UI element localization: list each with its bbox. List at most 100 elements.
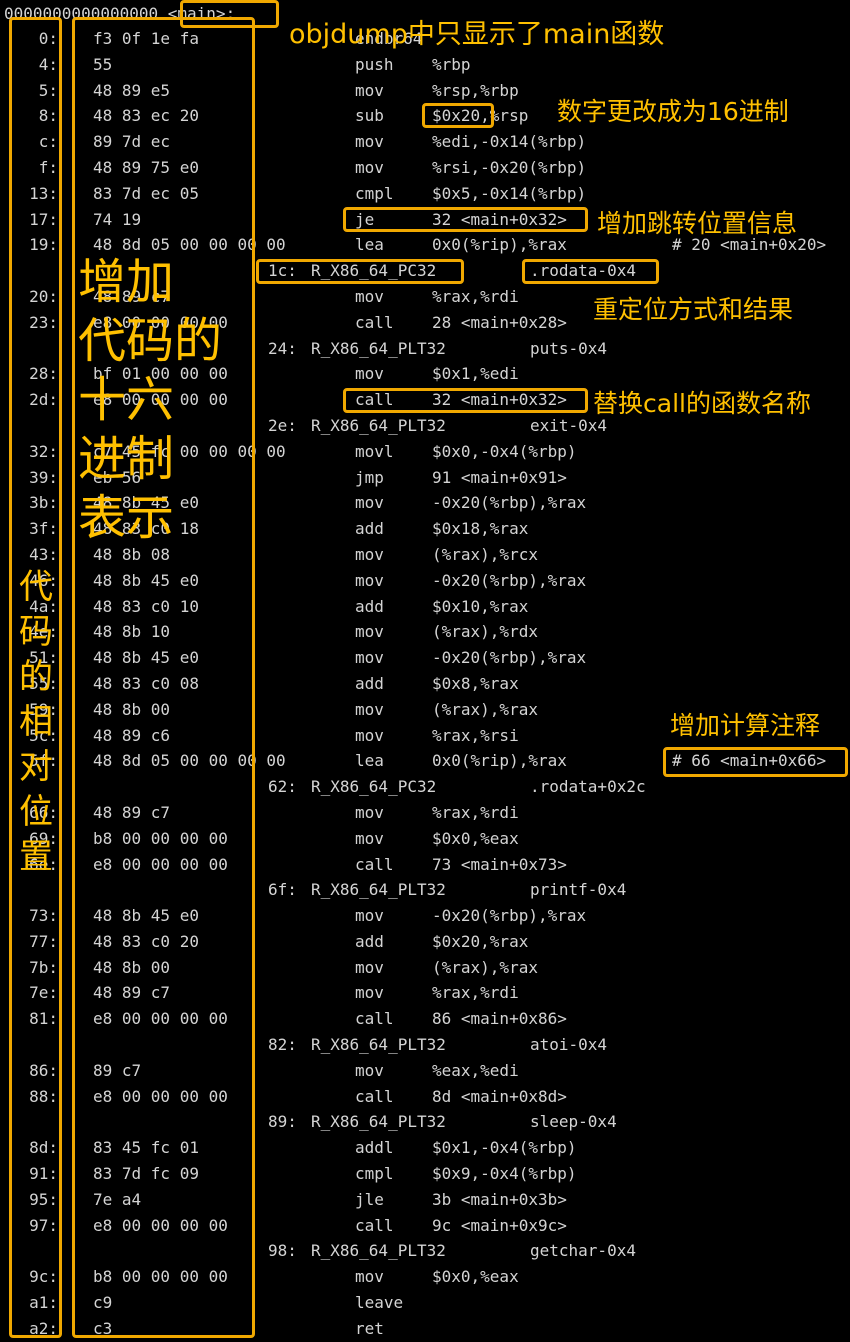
bytes-column-box [72,17,255,1338]
instruction-mnemonic: sub [355,106,384,126]
reloc-entry: 82: [268,1035,297,1055]
instruction-mnemonic: push [355,54,394,74]
reloc-entry: 24: [268,338,297,358]
instruction-mnemonic: mov [355,570,384,590]
instruction-operands: $0x0,%eax [432,1267,519,1287]
instruction-operands: $0x0,-0x4(%rbp) [432,441,577,461]
instruction-operands: -0x20(%rbp),%rax [432,493,587,513]
instruction-operands: %eax,%edi [432,1060,519,1080]
instruction-mnemonic: jle [355,1189,384,1209]
instruction-operands: $0x10,%rax [432,596,529,616]
instruction-operands: %rsp,%rbp [432,80,519,100]
reloc-type: R_X86_64_PLT32 [311,1035,446,1055]
reloc-symbol-box [522,259,659,284]
calc-comment-box [663,747,848,777]
annotation-main-only: objdump中只显示了main函数 [289,19,665,50]
instruction-mnemonic: mov [355,828,384,848]
instruction-operands: 0x0(%rip),%rax [432,751,567,771]
instruction-mnemonic: add [355,931,384,951]
instruction-operands: 3b <main+0x3b> [432,1189,567,1209]
reloc-entry: 62: [268,777,297,797]
instruction-mnemonic: ret [355,1318,384,1338]
instruction-operands: %rbp [432,54,471,74]
instruction-operands: $0x18,%rax [432,519,529,539]
annotation-relative-pos: 代 码 的 相 对 位 置 [19,567,53,877]
call-target-box [343,388,588,413]
instruction-mnemonic: add [355,519,384,539]
instruction-operands: %rax,%rdi [432,983,519,1003]
instruction-mnemonic: mov [355,983,384,1003]
instruction-operands: $0x5,-0x14(%rbp) [432,183,587,203]
annotation-call-name: 替换call的函数名称 [593,389,811,418]
instruction-operands: (%rax),%rax [432,957,538,977]
instruction-operands: %rax,%rdi [432,802,519,822]
reloc-symbol: getchar-0x4 [530,1241,636,1261]
reloc-offset-box [256,259,464,284]
instruction-mnemonic: add [355,596,384,616]
instruction-mnemonic: mov [355,364,384,384]
instruction-operands: $0x9,-0x4(%rbp) [432,1164,577,1184]
instruction-operands: (%rax),%rdx [432,622,538,642]
hex-immediate-box [422,103,494,128]
instruction-mnemonic: mov [355,132,384,152]
instruction-mnemonic: lea [355,235,384,255]
instruction-operands: 86 <main+0x86> [432,1009,567,1029]
instruction-mnemonic: mov [355,699,384,719]
instruction-operands: $0x20,%rax [432,931,529,951]
instruction-operands: 73 <main+0x73> [432,854,567,874]
reloc-symbol: .rodata+0x2c [530,777,646,797]
reloc-type: R_X86_64_PLT32 [311,1112,446,1132]
annotation-calc-comment: 增加计算注释 [670,711,821,740]
instruction-mnemonic: movl [355,441,394,461]
instruction-operands: %rsi,-0x20(%rbp) [432,157,587,177]
instruction-mnemonic: mov [355,622,384,642]
instruction-mnemonic: mov [355,802,384,822]
reloc-type: R_X86_64_PC32 [311,777,437,797]
instruction-mnemonic: mov [355,1060,384,1080]
instruction-operands: -0x20(%rbp),%rax [432,906,587,926]
instruction-operands: %rax,%rdi [432,286,519,306]
reloc-type: R_X86_64_PLT32 [311,880,446,900]
instruction-operands: %rax,%rsi [432,725,519,745]
instruction-operands: $0x1,-0x4(%rbp) [432,1138,577,1158]
instruction-mnemonic: add [355,673,384,693]
reloc-entry: 6f: [268,880,297,900]
instruction-mnemonic: lea [355,751,384,771]
reloc-type: R_X86_64_PLT32 [311,415,446,435]
instruction-mnemonic: mov [355,725,384,745]
instruction-mnemonic: call [355,1086,394,1106]
instruction-operands: %edi,-0x14(%rbp) [432,132,587,152]
reloc-symbol: sleep-0x4 [530,1112,617,1132]
reloc-type: R_X86_64_PLT32 [311,1241,446,1261]
annotation-jump-info: 增加跳转位置信息 [597,209,798,238]
instruction-operands: 9c <main+0x9c> [432,1215,567,1235]
reloc-entry: 98: [268,1241,297,1261]
instruction-operands: 0x0(%rip),%rax [432,235,567,255]
reloc-type: R_X86_64_PLT32 [311,338,446,358]
instruction-operands: 8d <main+0x8d> [432,1086,567,1106]
instruction-mnemonic: cmpl [355,1164,394,1184]
instruction-operands: -0x20(%rbp),%rax [432,570,587,590]
instruction-mnemonic: call [355,1215,394,1235]
instruction-mnemonic: mov [355,544,384,564]
instruction-mnemonic: mov [355,493,384,513]
jump-target-box [343,207,588,232]
reloc-symbol: atoi-0x4 [530,1035,608,1055]
instruction-operands: $0x0,%eax [432,828,519,848]
instruction-mnemonic: mov [355,906,384,926]
instruction-mnemonic: mov [355,648,384,668]
instruction-mnemonic: mov [355,80,384,100]
instruction-mnemonic: leave [355,1293,404,1313]
reloc-symbol: printf-0x4 [530,880,627,900]
instruction-operands: 28 <main+0x28> [432,312,567,332]
instruction-mnemonic: call [355,1009,394,1029]
annotation-reloc: 重定位方式和结果 [593,295,794,324]
instruction-operands: 91 <main+0x91> [432,467,567,487]
instruction-mnemonic: cmpl [355,183,394,203]
instruction-mnemonic: mov [355,957,384,977]
annotation-hex-number: 数字更改成为16进制 [557,97,789,126]
instruction-mnemonic: call [355,312,394,332]
instruction-mnemonic: jmp [355,467,384,487]
instruction-mnemonic: addl [355,1138,394,1158]
instruction-mnemonic: mov [355,157,384,177]
